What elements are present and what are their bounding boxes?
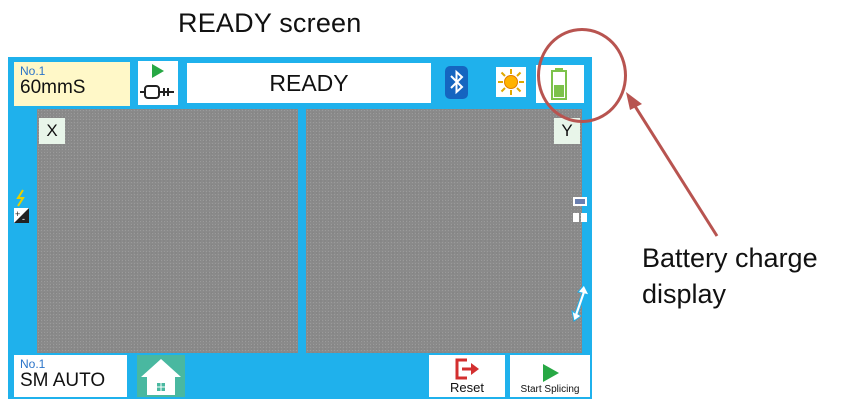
annotation-line-1: Battery charge bbox=[642, 243, 818, 273]
annotation-arrow bbox=[626, 92, 719, 237]
battery-annotation-caption: Battery charge display bbox=[642, 240, 818, 312]
annotation-line-2: display bbox=[642, 279, 727, 309]
